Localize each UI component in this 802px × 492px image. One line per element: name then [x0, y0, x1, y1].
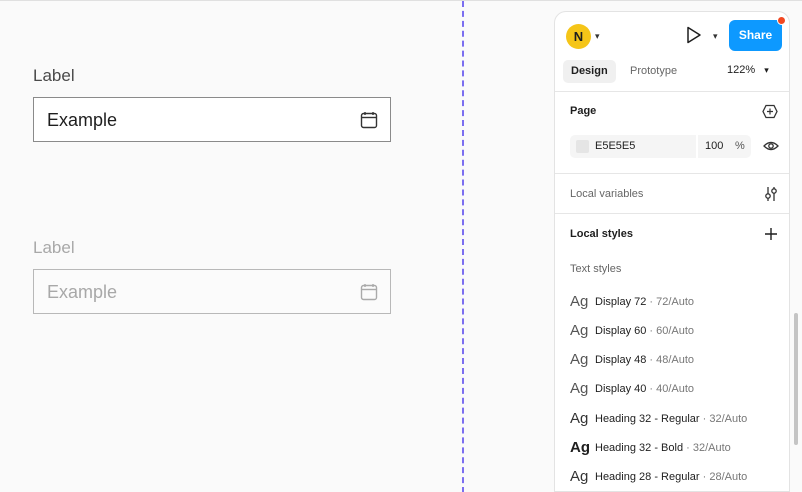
fill-hex-input[interactable]: E5E5E5: [595, 140, 635, 152]
style-name: Display 48: [595, 354, 647, 366]
opacity-input[interactable]: 100: [705, 140, 723, 152]
chevron-down-icon[interactable]: ▾: [595, 31, 600, 42]
style-name: Display 40: [595, 383, 647, 395]
divider: [555, 173, 789, 174]
calendar-icon: [360, 284, 378, 301]
layout-guide: [462, 1, 464, 492]
play-icon[interactable]: [686, 26, 702, 44]
style-name: Heading 32 - Regular: [595, 413, 700, 425]
chevron-down-icon: ▾: [764, 65, 769, 75]
style-spec: · 48/Auto: [646, 354, 695, 366]
style-name: Display 60: [595, 325, 647, 337]
tab-prototype[interactable]: Prototype: [622, 60, 685, 83]
style-spec: · 32/Auto: [699, 413, 748, 425]
percent-label: %: [735, 140, 745, 152]
text-style-icon: Ag: [570, 439, 590, 456]
text-style-icon: Ag: [570, 293, 589, 310]
variables-icon[interactable]: [763, 186, 779, 202]
component-icon[interactable]: [762, 104, 778, 119]
style-name: Display 72: [595, 296, 647, 308]
chevron-down-icon[interactable]: ▾: [713, 31, 718, 42]
plus-icon[interactable]: [764, 227, 778, 241]
panel-header: N ▾ ▾ Share: [555, 12, 789, 58]
panel-scrollbar[interactable]: [794, 313, 798, 445]
text-style-icon: Ag: [570, 410, 589, 427]
field-label-disabled: Label: [33, 238, 75, 257]
style-spec: · 32/Auto: [683, 442, 731, 454]
field-label: Label: [33, 66, 75, 85]
zoom-dropdown[interactable]: 122% ▾: [727, 64, 769, 76]
field-value: Example: [47, 110, 118, 130]
style-name: Heading 28 - Regular: [595, 471, 700, 483]
divider: [555, 213, 789, 214]
page-section-title: Page: [570, 105, 597, 117]
field-value: Example: [47, 282, 118, 302]
local-variables-title[interactable]: Local variables: [570, 188, 643, 200]
text-styles-subtitle: Text styles: [570, 263, 622, 275]
divider: [555, 91, 789, 92]
text-style-icon: Ag: [570, 380, 589, 397]
local-styles-title: Local styles: [570, 228, 633, 240]
notification-dot: [777, 16, 786, 25]
tab-design[interactable]: Design: [563, 60, 616, 83]
style-name: Heading 32 - Bold: [595, 442, 684, 454]
zoom-level: 122%: [727, 64, 756, 76]
avatar[interactable]: N: [566, 24, 591, 49]
date-input-field-disabled[interactable]: Example: [33, 269, 391, 314]
text-style-icon: Ag: [570, 322, 589, 339]
color-swatch[interactable]: [576, 140, 589, 153]
eye-icon[interactable]: [763, 139, 779, 153]
date-input-field[interactable]: Example: [33, 97, 391, 142]
style-spec: · 72/Auto: [646, 296, 695, 308]
style-spec: · 28/Auto: [699, 471, 748, 483]
style-spec: · 60/Auto: [646, 325, 695, 337]
properties-panel: N ▾ ▾ Share Design Prototype 122% ▾ Page…: [554, 11, 790, 492]
text-style-icon: Ag: [570, 351, 589, 368]
style-spec: · 40/Auto: [646, 383, 695, 395]
calendar-icon: [360, 112, 378, 129]
share-button[interactable]: Share: [729, 20, 782, 51]
divider: [696, 135, 698, 158]
page-fill-row[interactable]: E5E5E5 100 %: [570, 135, 751, 158]
text-style-icon: Ag: [570, 468, 589, 485]
